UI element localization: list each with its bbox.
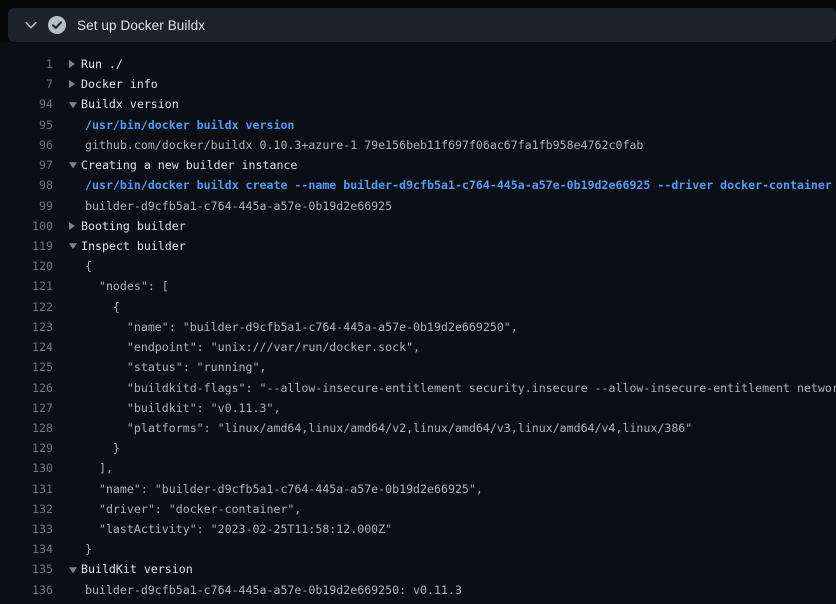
log-line-number[interactable]: 125 [0,357,53,377]
log-line: 123 "name": "builder-d9cfb5a1-c764-445a-… [0,317,836,337]
log-line-number[interactable]: 100 [0,216,53,236]
log-output-text: builder-d9cfb5a1-c764-445a-a57e-0b19d2e6… [85,196,392,216]
log-line: 95/usr/bin/docker buildx version [0,115,836,135]
log-line: 131 "name": "builder-d9cfb5a1-c764-445a-… [0,479,836,499]
log-line-number[interactable]: 130 [0,458,53,478]
log-output-text: } [85,438,120,458]
log-line: 129 } [0,438,836,458]
log-line-number[interactable]: 136 [0,580,53,600]
log-output-text: "platforms": "linux/amd64,linux/amd64/v2… [85,418,692,438]
log-group-row[interactable]: 1 Run ./ [0,54,836,74]
workflow-log-page: Set up Docker Buildx 1 Run ./ 7 Docker info… [0,0,836,604]
group-collapse-arrow-icon[interactable] [69,162,77,168]
log-group-row[interactable]: 94 Buildx version [0,94,836,114]
group-collapse-arrow-icon[interactable] [69,243,77,249]
log-group-title: Inspect builder [81,236,186,256]
log-group-title: Buildx version [81,94,179,114]
log-output-text: builder-d9cfb5a1-c764-445a-a57e-0b19d2e6… [85,580,462,600]
log-line-number[interactable]: 96 [0,135,53,155]
log-line-number[interactable]: 131 [0,479,53,499]
group-collapse-arrow-icon[interactable] [69,567,77,573]
log-line-number[interactable]: 120 [0,256,53,276]
log-line: 124 "endpoint": "unix:///var/run/docker.… [0,337,836,357]
log-line: 132 "driver": "docker-container", [0,499,836,519]
log-line: 127 "buildkit": "v0.11.3", [0,398,836,418]
log-group-row[interactable]: 97 Creating a new builder instance [0,155,836,175]
group-expand-arrow-icon[interactable] [69,80,75,88]
chevron-down-icon[interactable] [23,17,39,33]
log-viewer: 1Run ./7Docker info94Buildx version95/us… [0,42,836,604]
log-line-number[interactable]: 132 [0,499,53,519]
log-line-number[interactable]: 133 [0,519,53,539]
log-line: 134} [0,539,836,559]
group-collapse-arrow-icon[interactable] [69,102,77,108]
log-group-title: Creating a new builder instance [81,155,297,175]
log-line: 99 builder-d9cfb5a1-c764-445a-a57e-0b19d2… [0,196,836,216]
log-line: 126 "buildkitd-flags": "--allow-insecure… [0,378,836,398]
log-line-number[interactable]: 135 [0,559,53,579]
log-line-number[interactable]: 127 [0,398,53,418]
log-line-number[interactable]: 121 [0,276,53,296]
group-expand-arrow-icon[interactable] [69,60,75,68]
log-group-row[interactable]: 135 BuildKit version [0,559,836,579]
log-output-text: ], [85,458,113,478]
log-group-row[interactable]: 100 Booting builder [0,216,836,236]
log-group-row[interactable]: 7 Docker info [0,74,836,94]
log-group-title: Run ./ [81,54,123,74]
log-command-text: /usr/bin/docker buildx version [85,115,294,135]
log-line-number[interactable]: 123 [0,317,53,337]
group-expand-arrow-icon[interactable] [69,222,75,230]
log-output-text: "name": "builder-d9cfb5a1-c764-445a-a57e… [85,317,518,337]
log-line-number[interactable]: 128 [0,418,53,438]
log-line-number[interactable]: 98 [0,175,53,195]
step-header[interactable]: Set up Docker Buildx [8,8,836,42]
log-line-number[interactable]: 126 [0,378,53,398]
log-line: 125 "status": "running", [0,357,836,377]
log-line-number[interactable]: 122 [0,297,53,317]
step-title: Set up Docker Buildx [77,18,205,33]
log-output-text: { [85,256,92,276]
log-group-title: Docker info [81,74,158,94]
log-line: 133 "lastActivity": "2023-02-25T11:58:12… [0,519,836,539]
log-line: 98/usr/bin/docker buildx create --name b… [0,175,836,195]
log-output-text: "status": "running", [85,357,266,377]
log-output-text: "buildkit": "v0.11.3", [85,398,280,418]
log-group-title: BuildKit version [81,559,193,579]
log-line-number[interactable]: 124 [0,337,53,357]
log-output-text: "buildkitd-flags": "--allow-insecure-ent… [85,378,836,398]
log-line: 96 github.com/docker/buildx 0.10.3+azure-… [0,135,836,155]
log-output-text: "name": "builder-d9cfb5a1-c764-445a-a57e… [85,479,483,499]
log-command-text: /usr/bin/docker buildx create --name bui… [85,175,832,195]
log-output-text: "driver": "docker-container", [85,499,301,519]
log-output-text: "lastActivity": "2023-02-25T11:58:12.000… [85,519,392,539]
log-line: 136 builder-d9cfb5a1-c764-445a-a57e-0b19d… [0,580,836,600]
log-output-text: } [85,539,92,559]
log-line-number[interactable]: 94 [0,94,53,114]
log-group-row[interactable]: 119 Inspect builder [0,236,836,256]
log-output-text: "endpoint": "unix:///var/run/docker.sock… [85,337,420,357]
log-output-text: { [85,297,120,317]
log-line: 120 { [0,256,836,276]
log-line-number[interactable]: 97 [0,155,53,175]
log-line-number[interactable]: 95 [0,115,53,135]
log-line-number[interactable]: 7 [0,74,53,94]
log-line: 130 ], [0,458,836,478]
log-group-title: Booting builder [81,216,186,236]
log-line: 122 { [0,297,836,317]
log-line-number[interactable]: 99 [0,196,53,216]
log-line-number[interactable]: 134 [0,539,53,559]
check-circle-icon [48,16,66,34]
log-line: 121 "nodes": [ [0,276,836,296]
log-line-number[interactable]: 1 [0,54,53,74]
log-output-text: github.com/docker/buildx 0.10.3+azure-1 … [85,135,643,155]
log-line-number[interactable]: 119 [0,236,53,256]
log-line-number[interactable]: 129 [0,438,53,458]
log-line: 128 "platforms": "linux/amd64,linux/amd6… [0,418,836,438]
log-output-text: "nodes": [ [85,276,169,296]
